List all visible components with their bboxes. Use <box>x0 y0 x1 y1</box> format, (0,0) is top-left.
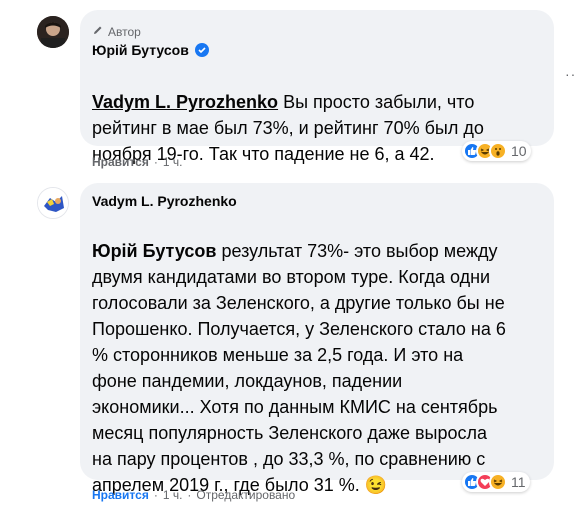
comment-line: рейтинг в мае был 73%, и рейтинг 70% был… <box>92 118 484 138</box>
mention-link[interactable]: Vadym L. Pyrozhenko <box>92 92 278 112</box>
verified-badge-icon <box>194 43 209 57</box>
comment-line: экономики... Хотя по данным КМИС на сент… <box>92 397 498 417</box>
wink-emoji-icon: 😉 <box>364 475 388 495</box>
commenter-name-text[interactable]: Юрій Бутусов <box>92 42 189 58</box>
comment-actions: Нравится · 1 ч. · Отредактировано <box>92 488 295 502</box>
more-options-button[interactable]: ··· <box>565 66 577 82</box>
commenter-avatar[interactable] <box>37 187 69 219</box>
timestamp[interactable]: 1 ч. <box>163 155 183 169</box>
timestamp[interactable]: 1 ч. <box>163 488 183 502</box>
commenter-name[interactable]: Vadym L. Pyrozhenko <box>92 193 237 209</box>
separator-dot: · <box>187 488 192 502</box>
commenter-name[interactable]: Юрій Бутусов <box>92 42 209 58</box>
pencil-icon <box>92 24 104 39</box>
like-button[interactable]: Нравится <box>92 488 149 502</box>
comment-actions: Нравится · 1 ч. <box>92 155 182 169</box>
comment-line: фоне пандемии, локдаунов, падении <box>92 371 403 391</box>
wow-icon <box>489 142 507 160</box>
reaction-summary[interactable]: 10 <box>462 141 531 161</box>
edited-label[interactable]: Отредактировано <box>196 488 295 502</box>
comment-line: на пару процентов , до 33,3 %, по сравне… <box>92 449 486 469</box>
comment-line: результат 73%- это выбор между <box>216 241 498 261</box>
comment-line: Порошенко. Получается, у Зеленского стал… <box>92 319 506 339</box>
commenter-name-text[interactable]: Vadym L. Pyrozhenko <box>92 193 237 209</box>
author-avatar[interactable] <box>37 16 69 48</box>
reaction-summary[interactable]: 11 <box>462 472 530 492</box>
author-tag-label: Автор <box>108 24 141 39</box>
reaction-count: 11 <box>511 474 526 490</box>
comment-line: Вы просто забыли, что <box>278 92 475 112</box>
like-button[interactable]: Нравится <box>92 155 149 169</box>
separator-dot: · <box>153 155 158 169</box>
author-badge: Автор <box>92 24 141 39</box>
comment-text: Юрій Бутусов результат 73%- это выбор ме… <box>92 212 547 498</box>
separator-dot: · <box>153 488 158 502</box>
mention-link[interactable]: Юрій Бутусов <box>92 241 216 261</box>
laugh-icon <box>489 473 507 491</box>
comment-line: % сторонников меньше за 2,5 года. И это … <box>92 345 464 365</box>
comment-line: месяц популярность Зеленского даже вырос… <box>92 423 487 443</box>
comment-line: голосовали за Зеленского, а другие тольк… <box>92 293 505 313</box>
reaction-count: 10 <box>511 143 527 159</box>
comment-line: двумя кандидатами во втором туре. Когда … <box>92 267 491 287</box>
